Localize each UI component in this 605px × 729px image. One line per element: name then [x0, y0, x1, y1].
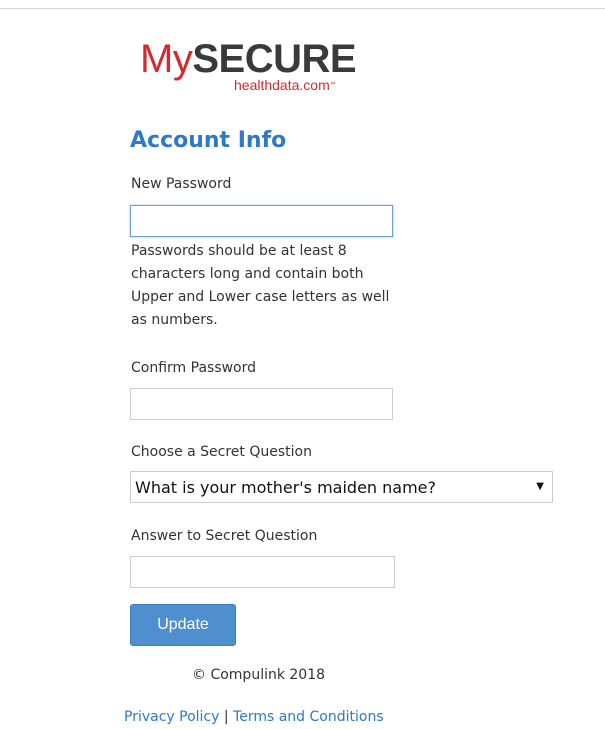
terms-conditions-link[interactable]: Terms and Conditions — [233, 709, 384, 725]
mysecure-logo: MySECURE healthdata.com™ — [140, 36, 390, 96]
confirm-password-label: Confirm Password — [131, 360, 257, 376]
new-password-label: New Password — [131, 176, 232, 192]
footer-separator: | — [219, 709, 234, 725]
secret-question-selected: What is your mother's maiden name? — [135, 477, 437, 497]
top-divider — [0, 8, 605, 9]
logo-trademark: ™ — [329, 82, 336, 88]
secret-question-select[interactable]: What is your mother's maiden name? ▼ — [130, 471, 553, 503]
logo-wordmark: MySECURE — [140, 36, 357, 82]
secret-question-label: Choose a Secret Question — [131, 444, 312, 460]
privacy-policy-link[interactable]: Privacy Policy — [124, 709, 219, 725]
confirm-password-field[interactable] — [130, 388, 393, 420]
new-password-field[interactable] — [130, 205, 393, 237]
logo-my-text: My — [140, 37, 193, 81]
triangle-down-icon: ▼ — [536, 481, 544, 492]
page-title: Account Info — [130, 128, 287, 153]
logo-secure-text: SECURE — [192, 37, 357, 81]
password-hint: Passwords should be at least 8 character… — [131, 243, 390, 328]
footer-links: Privacy Policy | Terms and Conditions — [124, 707, 384, 727]
copyright-text: © Compulink 2018 — [192, 667, 326, 683]
logo-subtitle: healthdata.com™ — [234, 77, 336, 93]
secret-answer-field[interactable] — [130, 556, 395, 588]
secret-answer-label: Answer to Secret Question — [131, 528, 318, 544]
logo-domain-text: healthdata.com — [234, 77, 330, 93]
update-button[interactable]: Update — [130, 604, 236, 646]
